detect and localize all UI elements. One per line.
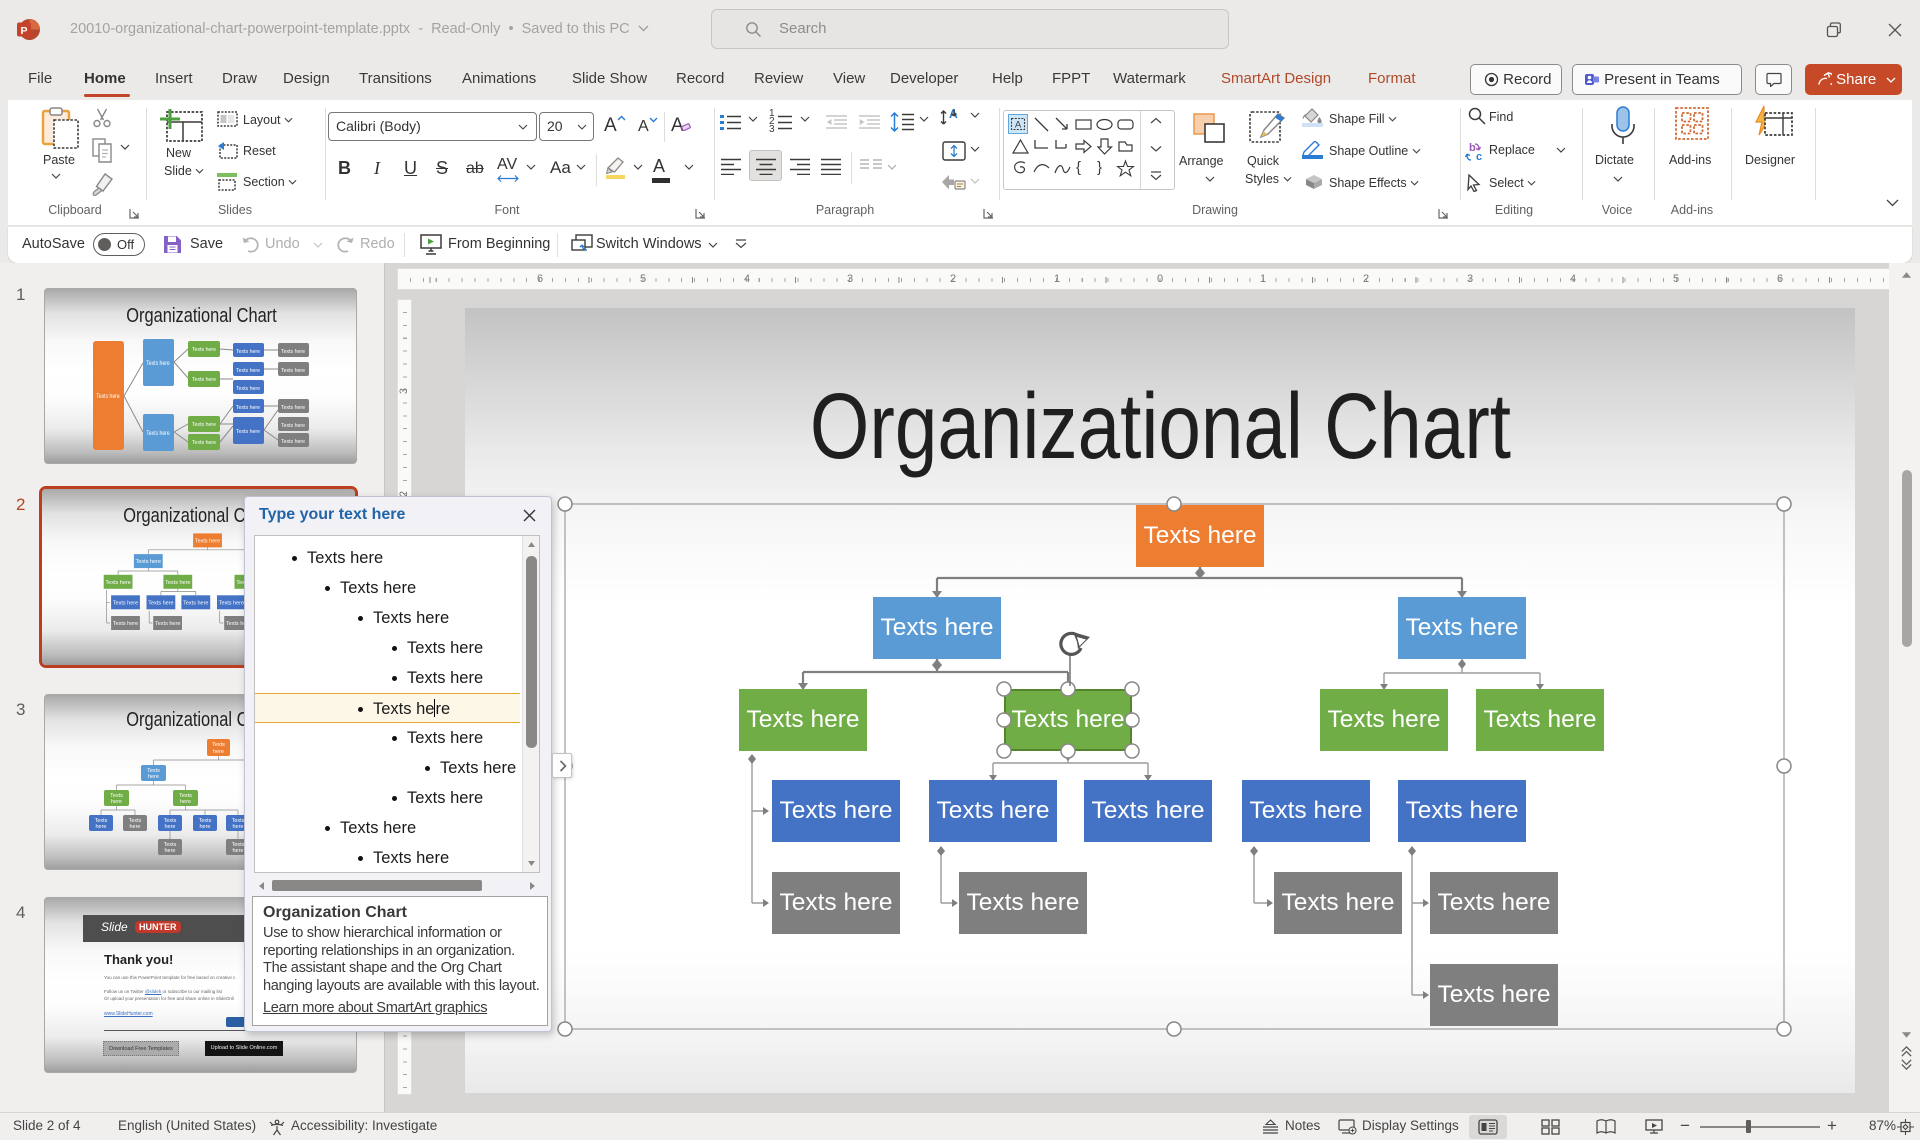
svg-text:Texts here: Texts here (195, 538, 220, 544)
svg-text:Texts: Texts (212, 742, 225, 748)
svg-text:here: here (129, 824, 140, 830)
svg-text:Texts here: Texts here (219, 600, 244, 606)
svg-text:Texts here: Texts here (146, 361, 169, 367)
svg-text:Texts here: Texts here (105, 580, 130, 586)
svg-text:Texts here: Texts here (192, 347, 216, 353)
svg-text:Texts here: Texts here (113, 621, 138, 627)
svg-text:c: c (1476, 151, 1482, 162)
svg-text:Texts here: Texts here (236, 386, 260, 392)
svg-text:here: here (232, 824, 243, 830)
svg-text:here: here (111, 799, 122, 805)
svg-text:here: here (95, 824, 106, 830)
svg-text:Texts here: Texts here (183, 600, 208, 606)
svg-text:Texts here: Texts here (113, 600, 138, 606)
svg-text:P: P (20, 25, 27, 37)
svg-text:Texts here: Texts here (192, 440, 216, 446)
svg-text:here: here (164, 848, 175, 854)
svg-text:Texts here: Texts here (148, 600, 173, 606)
svg-text:Texts here: Texts here (192, 422, 216, 428)
svg-text:A: A (1015, 120, 1022, 131)
svg-text:Texts here: Texts here (236, 429, 260, 435)
svg-text:Texts here: Texts here (281, 405, 305, 411)
svg-text:Texts here: Texts here (192, 377, 216, 383)
svg-text:here: here (148, 774, 159, 780)
svg-text:Texts here: Texts here (236, 368, 260, 374)
svg-text:here: here (180, 799, 191, 805)
svg-text:Texts here: Texts here (96, 394, 119, 400)
svg-text:Texts here: Texts here (236, 349, 260, 355)
svg-text:Texts here: Texts here (281, 423, 305, 429)
svg-text:b: b (1469, 142, 1476, 154)
svg-text:Texts here: Texts here (155, 621, 180, 627)
svg-text:here: here (164, 824, 175, 830)
svg-text:Texts here: Texts here (146, 431, 169, 437)
svg-text:Texts here: Texts here (281, 368, 305, 374)
svg-text:here: here (199, 824, 210, 830)
svg-text:Texts here: Texts here (236, 405, 260, 411)
svg-text:Texts here: Texts here (281, 439, 305, 445)
svg-text:Texts here: Texts here (136, 559, 161, 565)
svg-text:here: here (213, 749, 224, 755)
svg-text:Texts here: Texts here (165, 580, 190, 586)
svg-text:Texts here: Texts here (281, 349, 305, 355)
svg-text:here: here (232, 848, 243, 854)
